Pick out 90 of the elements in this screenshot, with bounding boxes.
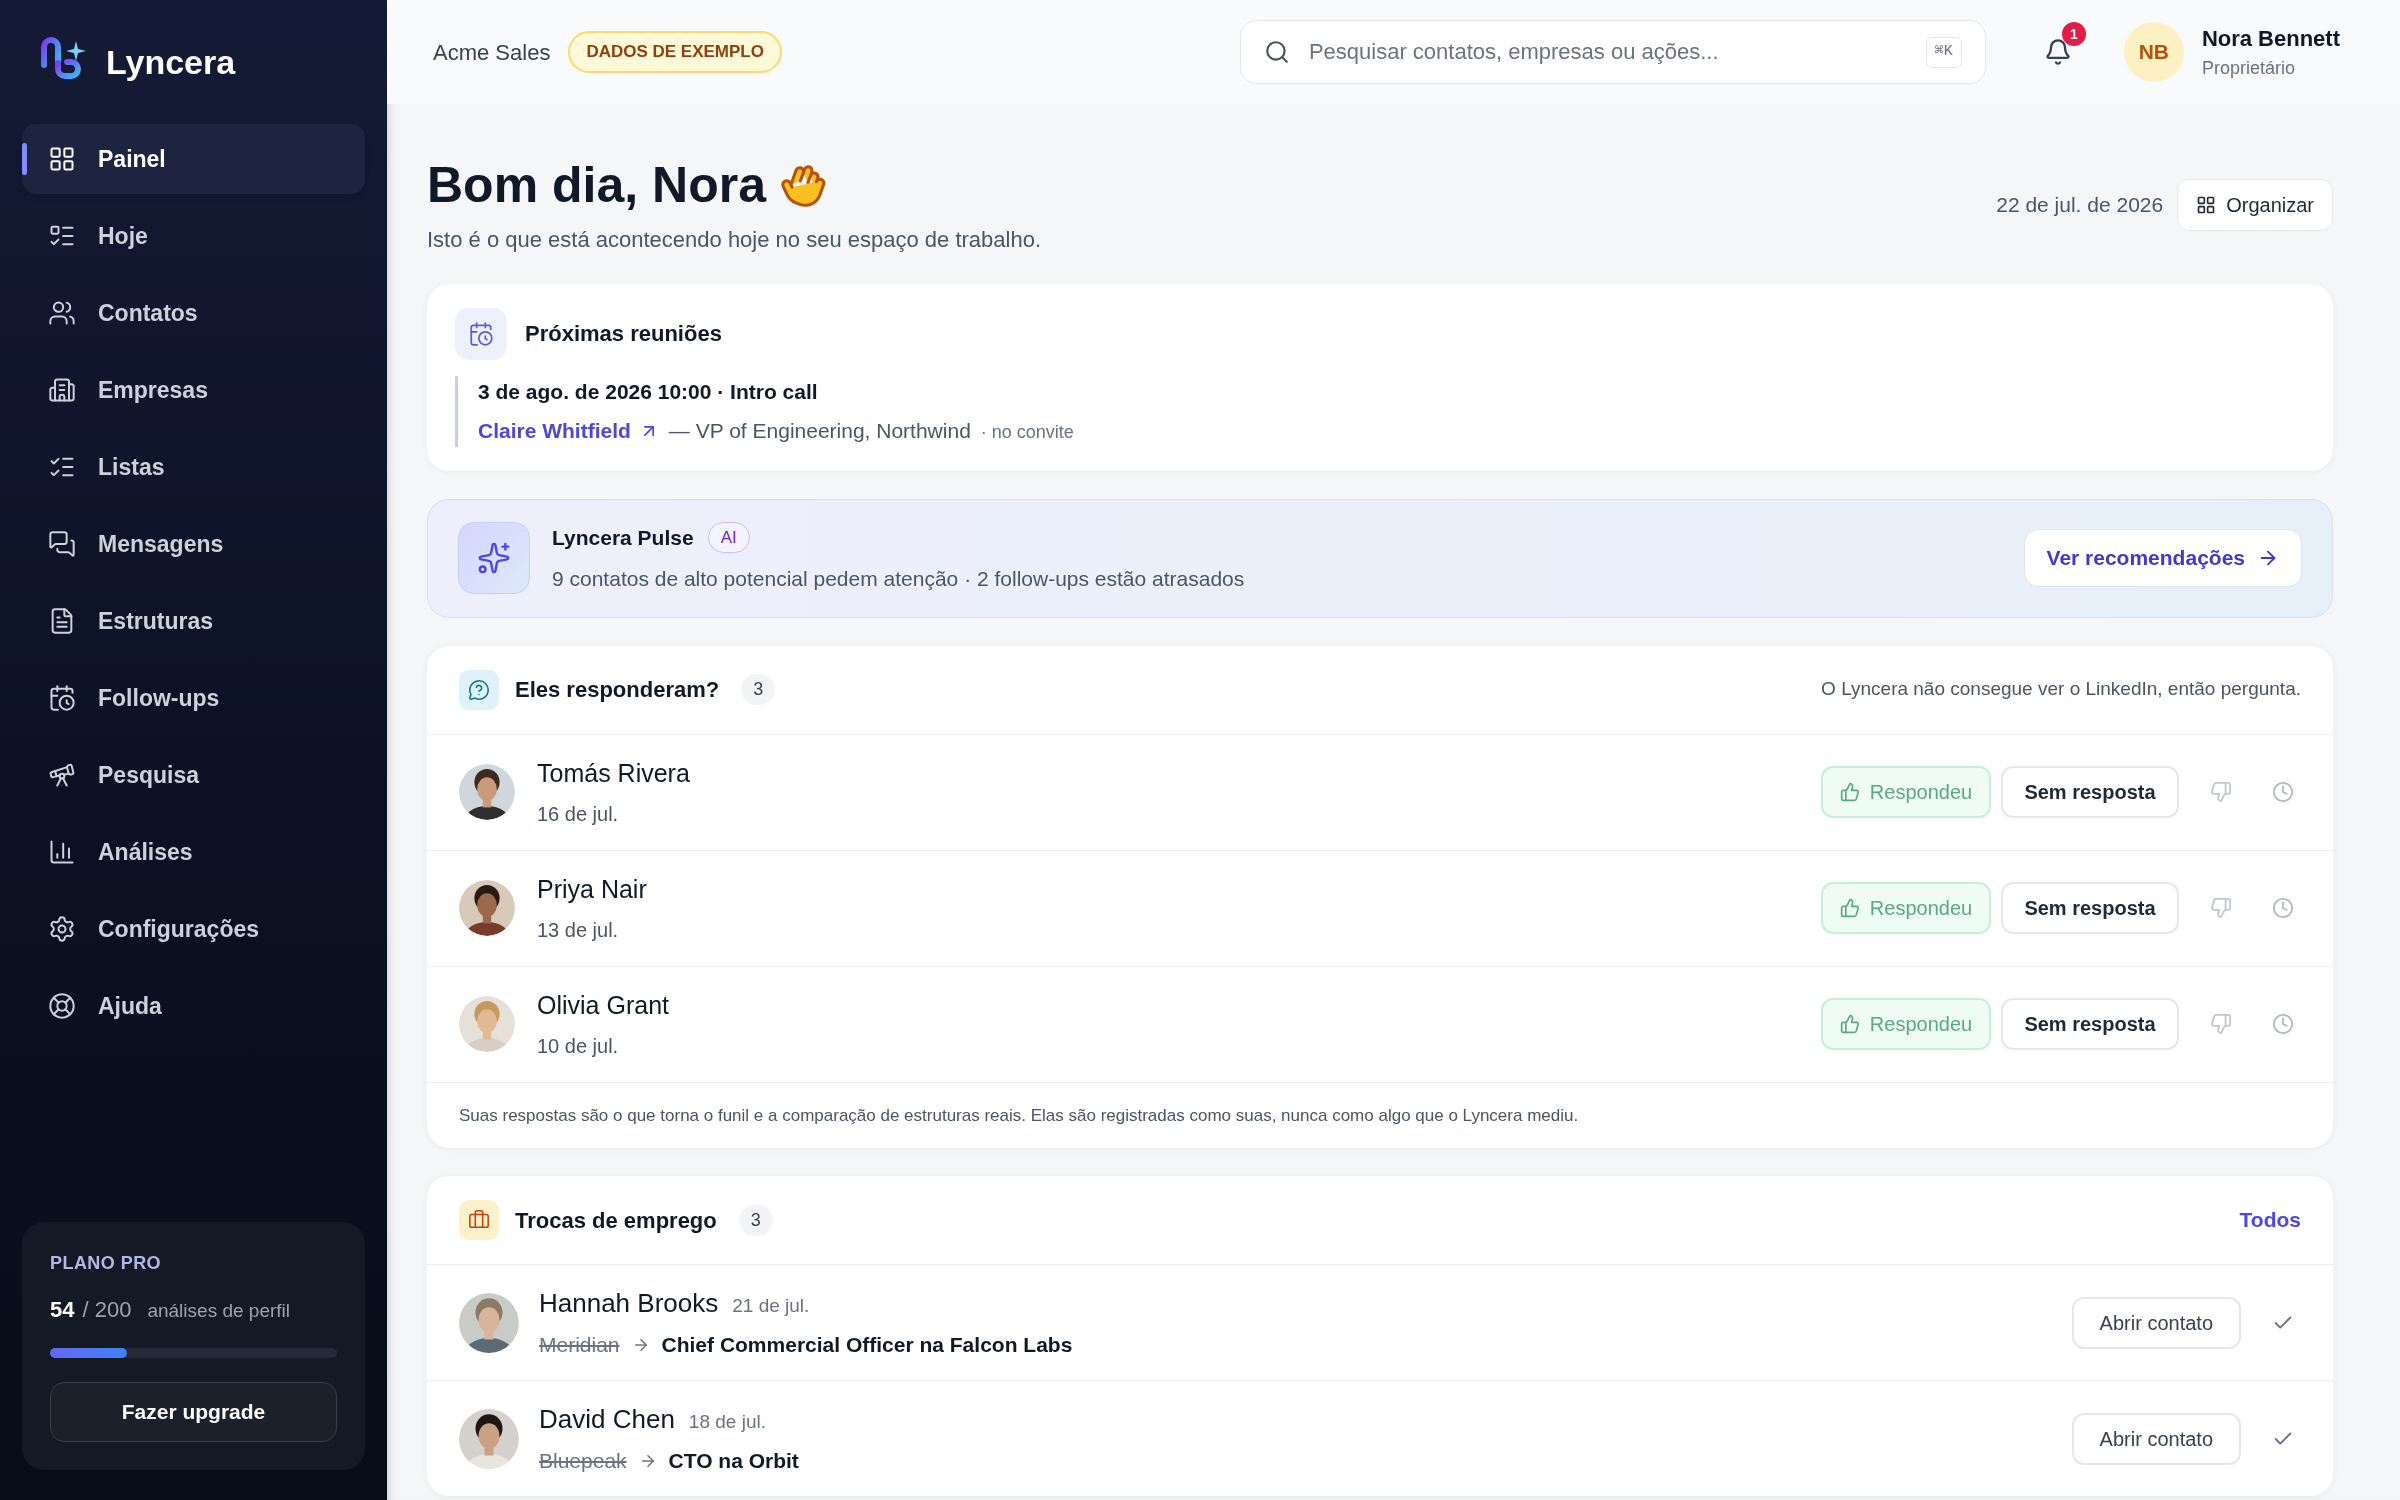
- workspace-name[interactable]: Acme Sales: [433, 35, 551, 69]
- new-role: CTO na Orbit: [668, 1448, 799, 1475]
- user-name: Nora Bennett: [2201, 25, 2340, 53]
- replies-footnote: Suas respostas são o que torna o funil e a comparação de estruturas reais. Elas são registradas como suas, nunca como algo que o Lyncera mediu.: [459, 1105, 1579, 1125]
- grid-icon: [2196, 194, 2217, 215]
- sidebar-item[interactable]: Hoje: [22, 201, 365, 271]
- bar-chart-icon: [48, 838, 76, 866]
- sidebar-item[interactable]: Estruturas: [22, 586, 365, 656]
- calendar-clock-icon: [48, 684, 76, 712]
- bell-icon: [2043, 38, 2072, 66]
- pulse-title: Lyncera Pulse: [552, 524, 694, 551]
- calendar-icon: [455, 307, 507, 360]
- clock-icon: [2272, 781, 2294, 803]
- sidebar-item[interactable]: Pesquisa: [22, 740, 365, 810]
- contact-name: Tomás Rivera: [537, 758, 690, 790]
- sidebar-item[interactable]: Contatos: [22, 278, 365, 348]
- new-role: Chief Commercial Officer na Falcon Labs: [661, 1332, 1073, 1359]
- shortcut-key: ⌘K: [1925, 37, 1962, 68]
- no-reply-button[interactable]: Sem resposta: [2001, 998, 2179, 1050]
- change-date: 21 de jul.: [732, 1294, 810, 1319]
- active-indicator: [22, 143, 27, 175]
- contact-name: David Chen: [539, 1403, 675, 1437]
- card-title: Próximas reuniões: [525, 320, 722, 348]
- settings-icon: [48, 915, 76, 943]
- sidebar-item[interactable]: Follow-ups: [22, 663, 365, 733]
- lifebuoy-icon: [48, 992, 76, 1020]
- sidebar-item[interactable]: Mensagens: [22, 509, 365, 579]
- organize-button[interactable]: Organizar: [2177, 178, 2333, 231]
- usage-label: análises de perfil: [147, 1299, 290, 1323]
- question-icon: [459, 669, 499, 710]
- users-icon: [48, 299, 76, 327]
- contact-details: — VP of Engineering, Northwind: [668, 418, 971, 444]
- recommendations-button[interactable]: Ver recomendações: [2023, 529, 2302, 587]
- sidebar-item[interactable]: Análises: [22, 817, 365, 887]
- upgrade-button[interactable]: Fazer upgrade: [50, 1382, 337, 1442]
- brand-name: Lyncera: [106, 41, 236, 83]
- usage-count: 54: [50, 1296, 75, 1324]
- grid-icon: [48, 145, 76, 173]
- view-all-link[interactable]: Todos: [2239, 1204, 2301, 1236]
- thumbs-down-icon: [2210, 781, 2232, 803]
- sample-data-badge: DADOS DE EXEMPLO: [568, 31, 782, 73]
- thumbs-up-icon: [1839, 1014, 1860, 1034]
- sidebar-item[interactable]: Listas: [22, 432, 365, 502]
- clock-icon: [2272, 1013, 2294, 1035]
- briefcase-icon: [459, 1200, 499, 1240]
- contact-date: 10 de jul.: [537, 1033, 620, 1059]
- contact-name: Olivia Grant: [537, 990, 669, 1022]
- previous-company: Meridian: [539, 1332, 620, 1359]
- notification-count: 1: [2061, 22, 2086, 46]
- building-icon: [48, 376, 76, 404]
- meeting-note: · no convite: [980, 421, 1074, 444]
- no-reply-button[interactable]: Sem resposta: [2001, 882, 2179, 934]
- sidebar-item[interactable]: Empresas: [22, 355, 365, 425]
- thumbs-down-icon: [2210, 897, 2232, 919]
- search-icon: [1263, 39, 1290, 65]
- card-title: Trocas de emprego: [515, 1206, 717, 1235]
- telescope-icon: [48, 761, 76, 789]
- sidebar-item[interactable]: Painel: [22, 124, 365, 194]
- thumbs-down-icon: [2210, 1013, 2232, 1035]
- contact-name: Hannah Brooks: [539, 1287, 719, 1321]
- greeting-subtitle: Isto é o que está acontecendo hoje no seu espaço de trabalho.: [427, 225, 1041, 254]
- sidebar-item[interactable]: Ajuda: [22, 971, 365, 1041]
- contact-name: Priya Nair: [537, 874, 647, 906]
- open-contact-button[interactable]: Abrir contato: [2071, 1296, 2241, 1349]
- greeting-title: Bom dia, Nora: [427, 156, 766, 215]
- meeting-time: 3 de ago. de 2026 10:00 · Intro call: [478, 378, 819, 405]
- previous-company: Bluepeak: [539, 1448, 627, 1475]
- plan-title: PLANO PRO: [50, 1252, 163, 1275]
- user-avatar[interactable]: NB: [2123, 22, 2184, 82]
- thumbs-up-icon: [1839, 782, 1860, 802]
- job-change-count: 3: [738, 1204, 773, 1236]
- contact-date: 16 de jul.: [537, 801, 620, 827]
- no-reply-button[interactable]: Sem resposta: [2001, 766, 2179, 818]
- current-date: 22 de jul. de 2026: [1996, 192, 2164, 218]
- usage-total: / 200: [82, 1296, 132, 1324]
- linkedin-hint: O Lyncera não consegue ver o LinkedIn, então pergunta.: [1821, 677, 2301, 702]
- clock-icon: [2272, 897, 2294, 919]
- ai-badge: AI: [707, 521, 750, 553]
- thumbs-up-icon: [1839, 898, 1860, 918]
- sparkles-icon: [458, 522, 530, 594]
- card-title: Eles responderam?: [515, 676, 720, 704]
- chat-icon: [48, 530, 76, 558]
- sidebar-item[interactable]: Configurações: [22, 894, 365, 964]
- user-role: Proprietário: [2201, 57, 2296, 80]
- open-contact-button[interactable]: Abrir contato: [2071, 1412, 2241, 1465]
- contact-date: 13 de jul.: [537, 917, 620, 943]
- contact-link[interactable]: Claire Whitfield: [478, 415, 659, 447]
- reply-count: 3: [741, 674, 776, 705]
- change-date: 18 de jul.: [688, 1410, 766, 1435]
- pulse-summary: 9 contatos de alto potencial pedem atenção · 2 follow-ups estão atrasados: [552, 566, 1245, 592]
